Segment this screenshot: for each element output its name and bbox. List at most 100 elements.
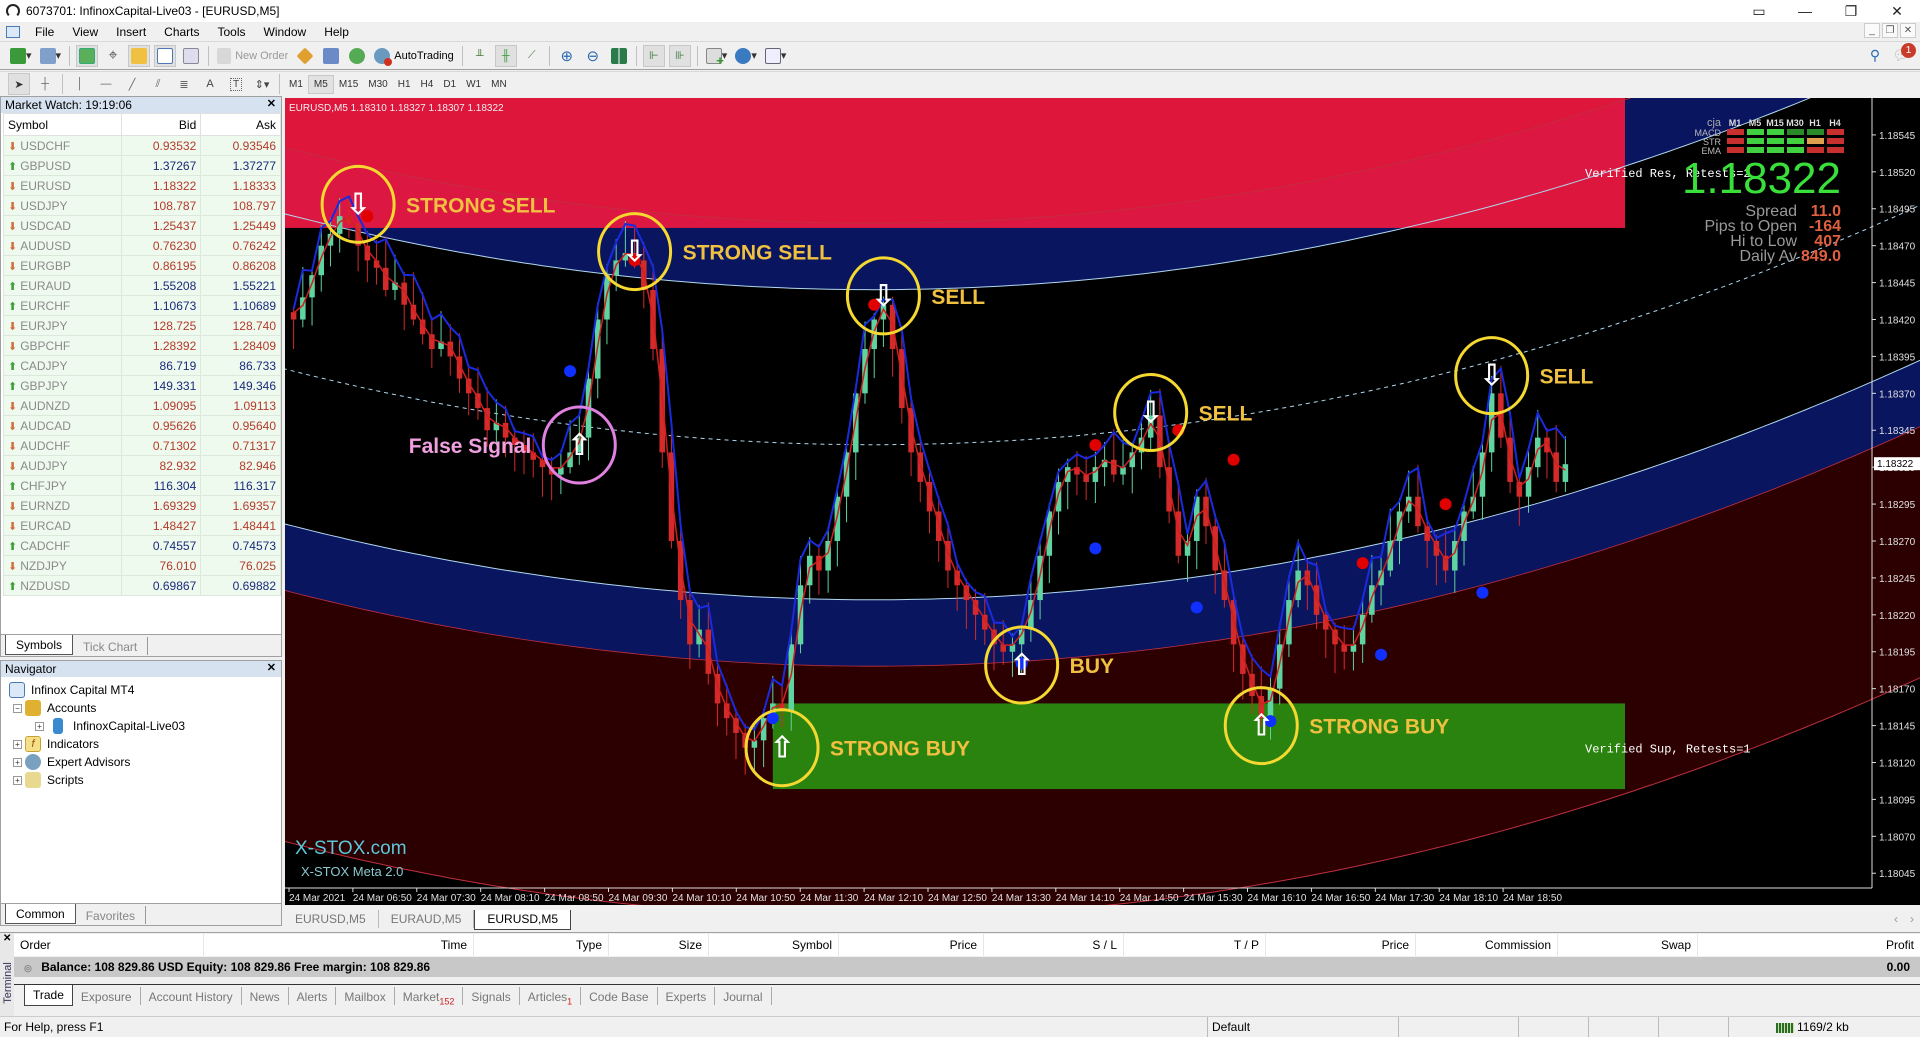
terminal-tab-market[interactable]: Market152 (395, 987, 464, 1006)
terminal-tab-exposure[interactable]: Exposure (73, 987, 141, 1005)
column-header-profit[interactable]: Profit (1698, 934, 1920, 956)
market-watch-row[interactable]: ⬆ CADJPY 86.719 86.733 (3, 355, 281, 376)
terminal-tab-news[interactable]: News (242, 987, 289, 1005)
indicators-button[interactable]: + ▾ (704, 45, 730, 67)
market-watch-toggle[interactable] (76, 44, 99, 67)
chart-shift-button[interactable]: ⊪ (668, 44, 691, 67)
market-watch-row[interactable]: ⬇ EURGBP 0.86195 0.86208 (3, 255, 281, 276)
nav-accounts[interactable]: − Accounts (13, 699, 96, 717)
nav-scripts[interactable]: + Scripts (13, 771, 84, 789)
crosshair-tool[interactable]: ┼ (34, 73, 56, 95)
chart-window-icon[interactable] (6, 25, 20, 38)
terminal-tab-code-base[interactable]: Code Base (581, 987, 658, 1005)
terminal-tab-mailbox[interactable]: Mailbox (336, 987, 395, 1005)
column-header-bid[interactable]: Bid (120, 113, 202, 136)
tab-scroll-right-icon[interactable]: › (1904, 910, 1920, 930)
timeframe-m15[interactable]: M15 (334, 75, 363, 94)
zoom-out-button[interactable]: ⊖ (582, 45, 604, 67)
nav-expert-advisors[interactable]: + Expert Advisors (13, 753, 130, 771)
market-watch-row[interactable]: ⬇ AUDJPY 82.932 82.946 (3, 455, 281, 476)
line-chart-button[interactable]: ⟋ (521, 45, 543, 67)
timeframe-m30[interactable]: M30 (363, 75, 392, 94)
trendline-tool[interactable]: ╱ (121, 73, 143, 95)
tab-tick-chart[interactable]: Tick Chart (73, 637, 149, 655)
column-header-sl[interactable]: S / L (984, 934, 1124, 956)
expand-icon[interactable]: + (13, 739, 22, 749)
timeframe-m5[interactable]: M5 (307, 74, 334, 94)
expand-icon[interactable]: + (35, 721, 44, 731)
navigator-close-icon[interactable]: ✕ (267, 661, 276, 674)
timeframe-m1[interactable]: M1 (284, 75, 308, 94)
autotrading-button[interactable]: AutoTrading (372, 45, 456, 67)
menu-view[interactable]: View (63, 25, 107, 39)
market-watch-row[interactable]: ⬇ USDCHF 0.93532 0.93546 (3, 135, 281, 156)
market-watch-row[interactable]: ⬇ EURCAD 1.48427 1.48441 (3, 515, 281, 536)
chart-tab-euraud[interactable]: EURAUD,M5 (379, 910, 475, 928)
tab-scroll-left-icon[interactable]: ‹ (1888, 910, 1904, 930)
market-watch-row[interactable]: ⬆ GBPJPY 149.331 149.346 (3, 375, 281, 396)
column-header-commission[interactable]: Commission (1416, 934, 1558, 956)
cursor-tool[interactable]: ➤ (8, 73, 30, 95)
market-watch-row[interactable]: ⬇ AUDCAD 0.95626 0.95640 (3, 415, 281, 436)
metaeditor-button[interactable] (294, 45, 316, 67)
market-watch-row[interactable]: ⬆ EURCHF 1.10673 1.10689 (3, 295, 281, 316)
nav-account-live03[interactable]: + InfinoxCapital-Live03 (35, 717, 185, 735)
child-minimize-button[interactable]: _ (1864, 23, 1880, 38)
menu-help[interactable]: Help (315, 25, 358, 39)
data-window-toggle[interactable]: ⌖ (102, 45, 124, 67)
column-header-swap[interactable]: Swap (1558, 934, 1698, 956)
column-header-current-price[interactable]: Price (1266, 934, 1416, 956)
tab-common[interactable]: Common (5, 904, 76, 924)
terminal-tab-experts[interactable]: Experts (658, 987, 716, 1005)
collapse-icon[interactable]: − (13, 703, 22, 713)
timeframe-mn[interactable]: MN (486, 75, 512, 94)
expand-icon[interactable]: + (13, 775, 22, 785)
notifications-button[interactable]: 💬︎ 1 (1890, 42, 1916, 67)
channel-tool[interactable]: ⫽ (147, 73, 169, 95)
auto-scroll-button[interactable]: ⊩ (642, 44, 665, 67)
market-watch-row[interactable]: ⬆ EURAUD 1.55208 1.55221 (3, 275, 281, 296)
market-watch-row[interactable]: ⬇ EURNZD 1.69329 1.69357 (3, 495, 281, 516)
price-chart[interactable]: ⇩ STRONG SELL ⇩ STRONG SELL ⇩ SELL ⇧ False Sign… (285, 98, 1920, 905)
strategy-tester-toggle[interactable] (180, 45, 202, 67)
timeframe-d1[interactable]: D1 (438, 75, 461, 94)
market-watch-row[interactable]: ⬇ AUDUSD 0.76230 0.76242 (3, 235, 281, 256)
market-watch-row[interactable]: ⬇ AUDCHF 0.71302 0.71317 (3, 435, 281, 456)
terminal-toggle[interactable] (154, 44, 177, 67)
chart-tab-eurusd-2[interactable]: EURUSD,M5 (474, 910, 572, 930)
horizontal-line-tool[interactable]: — (95, 73, 117, 95)
column-header-type[interactable]: Type (474, 934, 609, 956)
text-tool[interactable]: A (199, 73, 221, 95)
maximize-button[interactable]: ❐ (1828, 0, 1874, 22)
templates-button[interactable]: ▾ (763, 45, 789, 67)
market-watch-row[interactable]: ⬇ USDJPY 108.787 108.797 (3, 195, 281, 216)
menu-charts[interactable]: Charts (155, 25, 208, 39)
terminal-tab-account-history[interactable]: Account History (141, 987, 242, 1005)
terminal-tab-trade[interactable]: Trade (24, 985, 73, 1006)
fibonacci-tool[interactable]: ≣ (173, 73, 195, 95)
timeframe-w1[interactable]: W1 (461, 75, 486, 94)
column-header-symbol[interactable]: Symbol (3, 113, 122, 136)
column-header-ask[interactable]: Ask (200, 113, 281, 136)
terminal-tab-alerts[interactable]: Alerts (289, 987, 337, 1005)
chart-canvas[interactable]: ⇩ STRONG SELL ⇩ STRONG SELL ⇩ SELL ⇧ False Sign… (285, 98, 1920, 905)
minimize-button[interactable]: — (1782, 0, 1828, 22)
terminal-tab-signals[interactable]: Signals (463, 987, 520, 1005)
menu-tools[interactable]: Tools (209, 25, 255, 39)
market-watch-row[interactable]: ⬇ AUDNZD 1.09095 1.09113 (3, 395, 281, 416)
market-watch-row[interactable]: ⬇ USDCAD 1.25437 1.25449 (3, 215, 281, 236)
market-watch-row[interactable]: ⬆ CHFJPY 116.304 116.317 (3, 475, 281, 496)
restore-view-icon[interactable]: ▭ (1736, 0, 1782, 22)
search-button[interactable]: ⚲ (1864, 45, 1886, 67)
candlestick-button[interactable]: ╫ (494, 44, 517, 67)
market-watch-close-icon[interactable]: ✕ (267, 97, 276, 110)
periods-button[interactable]: ▾ (733, 45, 759, 67)
navigator-toggle[interactable] (128, 44, 151, 67)
zoom-in-button[interactable]: ⊕ (556, 45, 578, 67)
market-watch-row[interactable]: ⬇ EURUSD 1.18322 1.18333 (3, 175, 281, 196)
nav-root[interactable]: Infinox Capital MT4 (9, 681, 134, 699)
market-watch-row[interactable]: ⬇ GBPCHF 1.28392 1.28409 (3, 335, 281, 356)
market-watch-row[interactable]: ⬆ CADCHF 0.74557 0.74573 (3, 535, 281, 556)
menu-file[interactable]: File (26, 25, 63, 39)
timeframe-h4[interactable]: H4 (416, 75, 439, 94)
